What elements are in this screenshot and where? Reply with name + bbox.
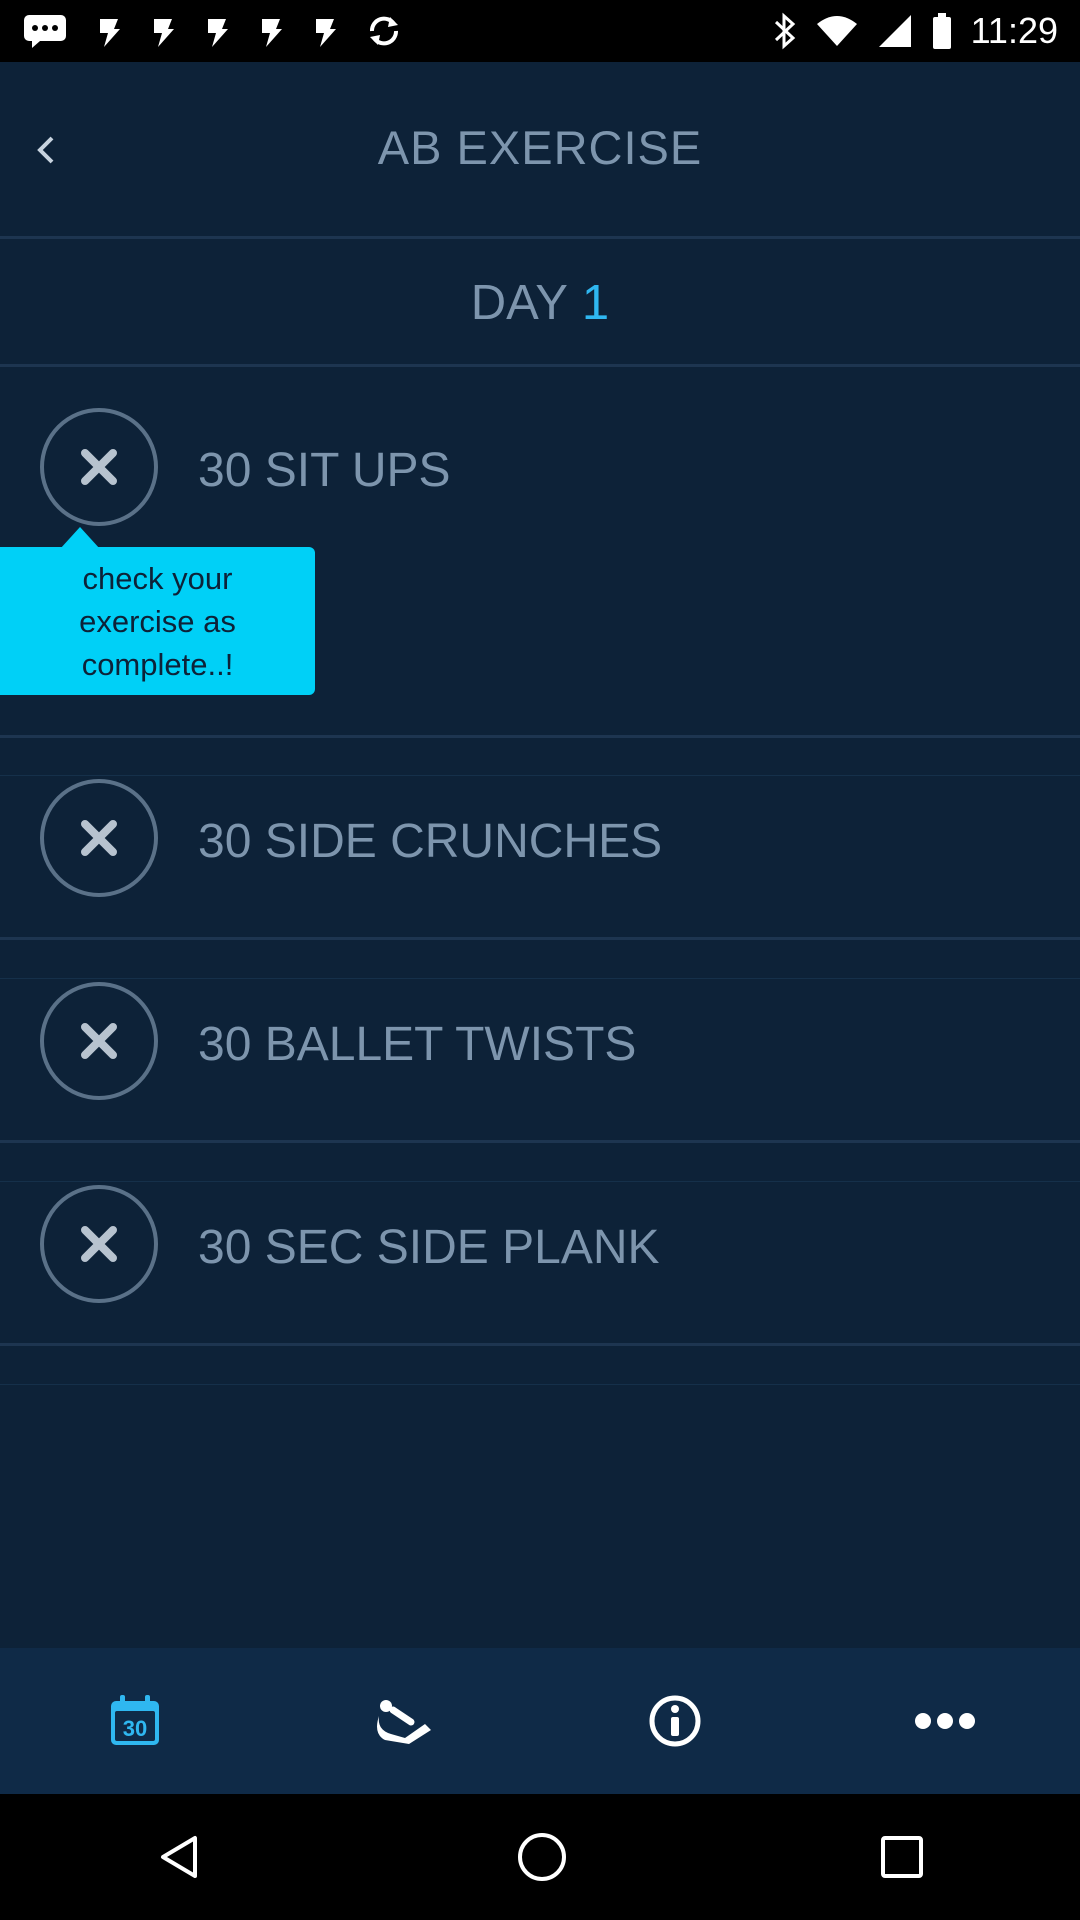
nav-more-tab[interactable] [810,1648,1080,1794]
tooltip-line: complete..! [81,647,234,682]
divider [0,1343,1080,1346]
wifi-icon [815,14,859,48]
recents-square-icon[interactable] [879,1834,925,1880]
exercise-row: 30 SIDE CRUNCHES [0,776,1080,936]
exercise-label[interactable]: 30 SIT UPS [198,443,451,498]
close-icon [81,1226,117,1262]
complete-toggle-button[interactable] [40,408,158,526]
close-icon [81,1023,117,1059]
sync-icon [366,13,402,49]
complete-toggle-button[interactable] [40,779,158,897]
exercise-label[interactable]: 30 SIDE CRUNCHES [198,814,662,869]
divider [0,937,1080,940]
lightning-icon [258,13,284,49]
lightning-icon [204,13,230,49]
divider [0,236,1080,239]
exercise-row: 30 BALLET TWISTS [0,979,1080,1139]
back-triangle-icon[interactable] [155,1832,205,1882]
more-icon [915,1713,975,1729]
exercise-label[interactable]: 30 SEC SIDE PLANK [198,1220,660,1275]
day-header: DAY 1 [0,240,1080,366]
calendar-icon: 30 [111,1695,159,1745]
lightning-icon [96,13,122,49]
status-bar: 11:29 [0,0,1080,62]
nav-calendar-tab[interactable]: 30 [0,1648,270,1794]
lightning-icon [150,13,176,49]
day-label: DAY [470,276,568,330]
tooltip-arrow [60,527,100,549]
clock: 11:29 [970,10,1058,51]
tooltip-line: check your [82,561,233,596]
messages-icon [22,13,68,49]
divider [0,1140,1080,1143]
system-icons: 11:29 [773,10,1058,52]
complete-toggle-button[interactable] [40,1185,158,1303]
complete-toggle-button[interactable] [40,982,158,1100]
tooltip-line: exercise as [79,604,236,639]
close-icon [81,820,117,856]
calendar-number: 30 [123,1716,147,1741]
nav-info-tab[interactable] [540,1648,810,1794]
bottom-navigation: 30 [0,1648,1080,1794]
battery-icon [931,12,953,50]
system-navigation-bar [0,1794,1080,1920]
tooltip[interactable]: check your exercise as complete..! [0,547,315,695]
exercise-row: 30 SEC SIDE PLANK [0,1182,1080,1342]
bluetooth-icon [773,12,797,50]
exercise-label[interactable]: 30 BALLET TWISTS [198,1017,636,1072]
nav-exercise-tab[interactable] [270,1648,540,1794]
info-icon [649,1695,701,1747]
divider [0,735,1080,738]
home-circle-icon[interactable] [516,1831,568,1883]
day-number: 1 [581,276,610,330]
lightning-icon [312,13,338,49]
exercise-icon [377,1700,431,1744]
divider [0,364,1080,367]
notification-icons [22,13,402,49]
divider [0,1384,1080,1385]
page-title: AB EXERCISE [377,121,703,174]
app-bar: AB EXERCISE [0,62,1080,238]
close-icon [81,449,117,485]
signal-icon [877,13,913,49]
